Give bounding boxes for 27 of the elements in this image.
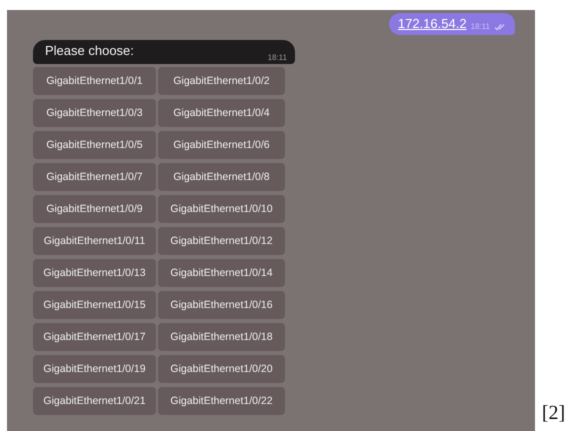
keyboard-button[interactable]: GigabitEthernet1/0/11 [33,227,156,255]
message-text: Please choose: [45,43,134,60]
keyboard-button[interactable]: GigabitEthernet1/0/1 [33,67,156,95]
keyboard-button[interactable]: GigabitEthernet1/0/22 [158,387,285,415]
keyboard-button[interactable]: GigabitEthernet1/0/7 [33,163,156,191]
keyboard-button[interactable]: GigabitEthernet1/0/19 [33,355,156,383]
keyboard-button[interactable]: GigabitEthernet1/0/4 [158,99,285,127]
keyboard-button[interactable]: GigabitEthernet1/0/21 [33,387,156,415]
keyboard-button[interactable]: GigabitEthernet1/0/5 [33,131,156,159]
keyboard-button[interactable]: GigabitEthernet1/0/13 [33,259,156,287]
keyboard-button[interactable]: GigabitEthernet1/0/14 [158,259,285,287]
keyboard-button[interactable]: GigabitEthernet1/0/15 [33,291,156,319]
keyboard-button[interactable]: GigabitEthernet1/0/2 [158,67,285,95]
keyboard-button[interactable]: GigabitEthernet1/0/18 [158,323,285,351]
ip-link[interactable]: 172.16.54.2 [398,16,467,31]
keyboard-button[interactable]: GigabitEthernet1/0/17 [33,323,156,351]
keyboard-button[interactable]: GigabitEthernet1/0/12 [158,227,285,255]
keyboard-button[interactable]: GigabitEthernet1/0/10 [158,195,285,223]
keyboard-button[interactable]: GigabitEthernet1/0/3 [33,99,156,127]
keyboard-button[interactable]: GigabitEthernet1/0/20 [158,355,285,383]
keyboard-button[interactable]: GigabitEthernet1/0/6 [158,131,285,159]
keyboard-button[interactable]: GigabitEthernet1/0/8 [158,163,285,191]
message-time: 18:11 [470,22,490,31]
message-time: 18:11 [268,53,287,62]
keyboard-button[interactable]: GigabitEthernet1/0/9 [33,195,156,223]
keyboard-button[interactable]: GigabitEthernet1/0/16 [158,291,285,319]
footnote-reference: [2] [542,402,566,425]
